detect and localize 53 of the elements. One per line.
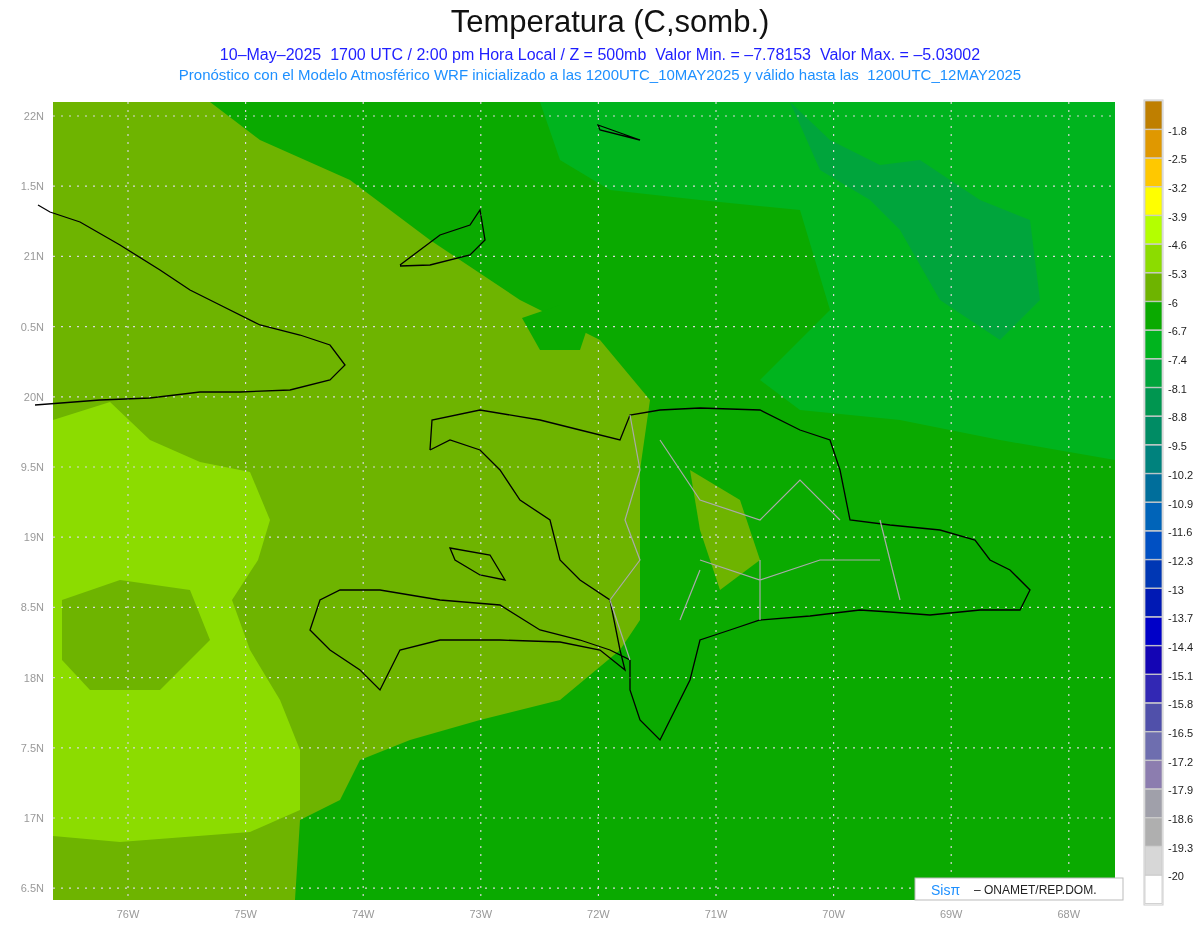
colorbar-label: -18.6 bbox=[1168, 813, 1194, 825]
colorbar-label: -8.1 bbox=[1168, 382, 1187, 395]
latitude-label: 17N bbox=[23, 812, 44, 824]
longitude-label: 75W bbox=[234, 908, 257, 920]
longitude-label: 73W bbox=[469, 908, 493, 920]
colorbar-label: -17.9 bbox=[1168, 784, 1194, 797]
latitude-label: 20N bbox=[23, 390, 44, 403]
colorbar-label: -1.8 bbox=[1168, 124, 1187, 137]
latitude-label: 18N bbox=[23, 671, 44, 684]
colorbar-label: -15.1 bbox=[1168, 669, 1194, 682]
colorbar-label: -13 bbox=[1168, 583, 1184, 596]
colorbar-label: -17.2 bbox=[1168, 755, 1194, 768]
colorbar-label: -4.6 bbox=[1168, 239, 1187, 252]
colorbar-label: -3.2 bbox=[1168, 182, 1187, 195]
colorbar-label: -11.6 bbox=[1168, 526, 1193, 539]
colorbar-label: -20 bbox=[1168, 870, 1184, 883]
latitude-label: 9.5N bbox=[20, 461, 44, 473]
colorbar-label: -10.9 bbox=[1168, 497, 1194, 510]
longitude-label: 74W bbox=[351, 908, 375, 920]
colorbar-label: -12.3 bbox=[1168, 554, 1194, 567]
colorbar-label: -15.8 bbox=[1168, 698, 1194, 711]
latitude-label: 21N bbox=[23, 250, 44, 263]
colorbar-label: -9.5 bbox=[1168, 440, 1187, 453]
longitude-label: 68W bbox=[1057, 908, 1081, 920]
colorbar-label: -7.4 bbox=[1168, 354, 1187, 367]
latitude-label: 22N bbox=[23, 110, 44, 122]
longitude-label: 69W bbox=[939, 908, 963, 920]
colorbar-label: -6.7 bbox=[1168, 325, 1187, 338]
latitude-label: 0.5N bbox=[20, 320, 44, 333]
colorbar-label: -14.4 bbox=[1168, 640, 1194, 653]
colorbar-label: -16.5 bbox=[1168, 726, 1194, 739]
latitude-label: 8.5N bbox=[20, 601, 44, 614]
colorbar-label: -8.8 bbox=[1168, 411, 1187, 424]
latitude-label: 19N bbox=[23, 531, 44, 544]
colorbar-label: -2.5 bbox=[1168, 153, 1187, 166]
longitude-label: 70W bbox=[822, 908, 845, 920]
latitude-label: 6.5N bbox=[20, 882, 44, 895]
latitude-label: 7.5N bbox=[20, 741, 44, 754]
longitude-label: 72W bbox=[587, 908, 610, 920]
colorbar-label: -3.9 bbox=[1168, 210, 1187, 223]
sispi-logo: Sisπ bbox=[931, 882, 961, 898]
colorbar-label: -5.3 bbox=[1168, 268, 1187, 281]
chart-title: Temperatura (C,somb.) bbox=[449, 4, 770, 41]
chart-subtitle: 10–May–2025 1700 UTC / 2:00 pm Hora Local / Z = 500mb Valor Min. = –7.78153 Valor Max. = –5.03002 bbox=[219, 46, 981, 64]
colorbar-label: -19.3 bbox=[1168, 841, 1194, 854]
latitude-label: 1.5N bbox=[20, 180, 44, 193]
longitude-label: 71W bbox=[704, 908, 728, 920]
longitude-label: 76W bbox=[116, 908, 140, 920]
credit-text: – ONAMET/REP.DOM. bbox=[974, 883, 1097, 897]
colorbar-label: -10.2 bbox=[1168, 468, 1194, 481]
colorbar-label: -13.7 bbox=[1168, 612, 1194, 625]
colorbar-label: -6 bbox=[1168, 296, 1178, 309]
chart-caption: Pronóstico con el Modelo Atmosférico WRF inicializado a las 1200UTC_10MAY2025 y válido hasta las 1200UTC_12MAY2025 bbox=[178, 66, 1022, 83]
